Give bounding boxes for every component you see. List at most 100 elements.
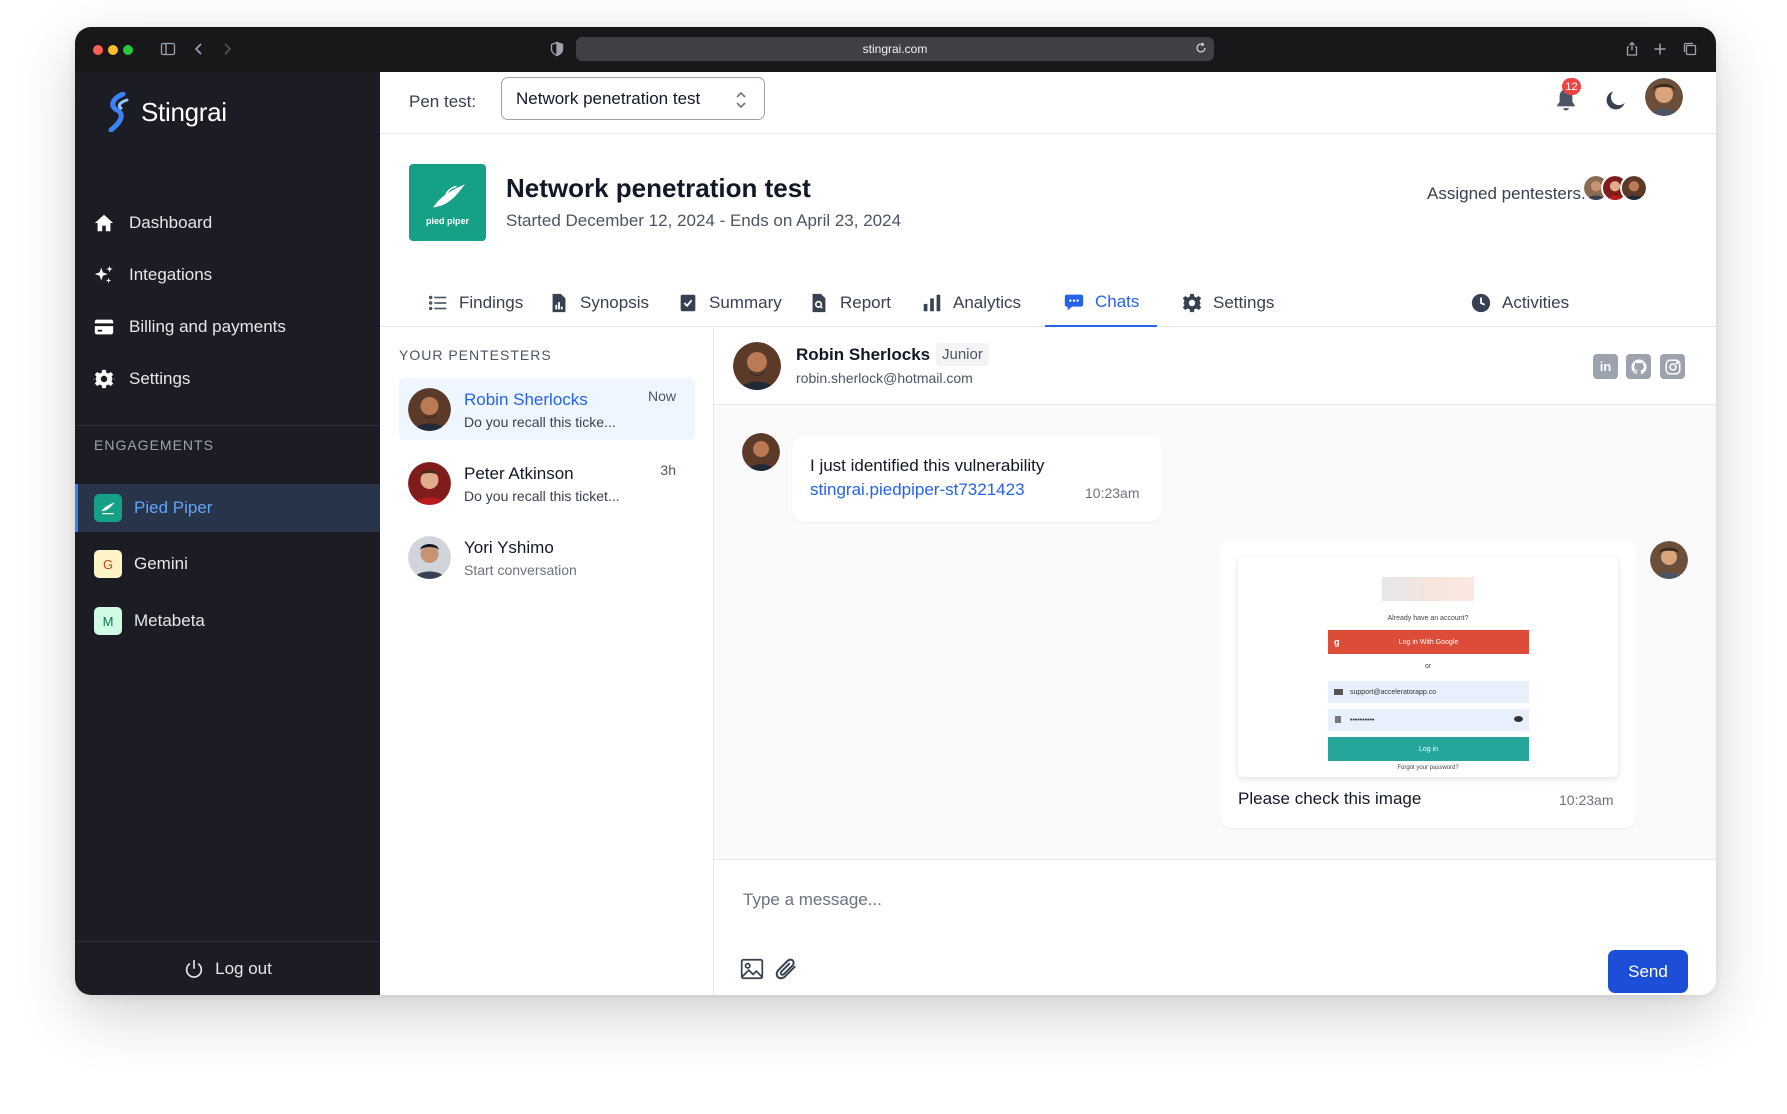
app-logo[interactable]: Stingrai <box>103 92 227 132</box>
project-dates: Started December 12, 2024 - Ends on Apri… <box>506 211 902 230</box>
message-text: Please check this image <box>1238 789 1422 808</box>
engagement-label: Pied Piper <box>134 498 213 517</box>
github-icon[interactable] <box>1626 354 1651 379</box>
engagement-pied-piper[interactable]: Pied Piper <box>75 484 380 532</box>
pentester-name: Peter Atkinson <box>464 464 574 483</box>
sparkle-icon <box>94 265 113 284</box>
pen-test-label: Pen test: <box>409 92 477 111</box>
moon-icon[interactable] <box>1603 87 1629 113</box>
assigned-pentesters-label: Assigned pentesters: <box>1427 184 1586 203</box>
home-icon <box>94 214 114 232</box>
message-time: 10:23am <box>1085 485 1140 501</box>
pentester-last-message: Start conversation <box>464 562 577 578</box>
nav-label: Integations <box>129 265 213 284</box>
document-chart-icon <box>552 293 566 313</box>
tab-label: Settings <box>1213 293 1275 312</box>
clock-icon <box>1471 293 1491 313</box>
eye-icon <box>1514 716 1523 722</box>
avatar <box>408 388 451 431</box>
address-bar[interactable]: stingrai.com <box>576 37 1214 61</box>
linkedin-icon[interactable]: in <box>1593 354 1618 379</box>
instagram-icon[interactable] <box>1660 354 1685 379</box>
pentester-name: Robin Sherlocks <box>464 390 588 409</box>
nav-billing[interactable]: Billing and payments <box>93 307 286 347</box>
contact-level-badge: Junior <box>936 343 989 366</box>
pentester-name: Yori Yshimo <box>464 538 554 557</box>
avatar <box>733 342 781 390</box>
screenshot-or: or <box>1424 663 1432 670</box>
user-avatar[interactable] <box>1645 78 1683 116</box>
notification-badge: 12 <box>1562 78 1581 95</box>
attached-screenshot[interactable]: Already have an account? g Log in With G… <box>1238 557 1618 777</box>
assigned-pentesters-avatars[interactable] <box>1582 174 1648 202</box>
send-button[interactable]: Send <box>1608 950 1688 993</box>
nav-dashboard[interactable]: Dashboard <box>93 203 212 243</box>
minimize-window-button[interactable] <box>108 45 118 55</box>
share-icon[interactable] <box>1621 38 1643 60</box>
tab-summary[interactable]: Summary <box>659 279 800 327</box>
app-name: Stingrai <box>141 96 227 127</box>
chat-bubble-icon <box>1064 294 1084 311</box>
image-upload-icon[interactable] <box>739 956 765 982</box>
tab-label: Report <box>840 293 892 312</box>
reload-icon[interactable] <box>1194 41 1210 57</box>
nav-integrations[interactable]: Integations <box>93 255 212 295</box>
pentesters-panel: YOUR PENTESTERS Robin Sherlocks Do you r… <box>380 328 714 995</box>
paperclip-icon[interactable] <box>773 956 799 982</box>
tab-report[interactable]: Report <box>790 279 909 327</box>
avatar <box>1620 174 1648 202</box>
list-item[interactable]: Robin Sherlocks Do you recall this ticke… <box>399 378 695 440</box>
tab-activities[interactable]: Activities <box>1452 279 1587 327</box>
contact-name: Robin Sherlocks <box>796 345 931 364</box>
project-logo: pied piper <box>409 164 486 241</box>
envelope-icon <box>1334 689 1343 695</box>
engagements-heading: ENGAGEMENTS <box>94 437 214 453</box>
tab-analytics[interactable]: Analytics <box>903 279 1039 327</box>
screenshot-login-button: Log in <box>1328 737 1529 761</box>
message-input[interactable]: Type a message... <box>743 890 882 910</box>
logout-button[interactable]: Log out <box>75 941 380 995</box>
url-text: stingrai.com <box>862 42 928 56</box>
engagement-gemini[interactable]: G Gemini <box>75 540 380 588</box>
project-title: Network penetration test <box>506 173 811 203</box>
tab-label: Summary <box>709 293 782 312</box>
tab-label: Findings <box>459 293 524 312</box>
tab-settings[interactable]: Settings <box>1163 279 1292 327</box>
gear-icon <box>93 369 115 389</box>
list-item[interactable]: Peter Atkinson Do you recall this ticket… <box>399 452 695 514</box>
screenshot-question: Already have an account? <box>1387 615 1469 622</box>
screenshot-google-label: Log in With Google <box>1398 638 1459 646</box>
screenshot-email-field: support@acceleratorapp.co <box>1328 681 1529 703</box>
main-content: Pen test: Network penetration test 12 pi… <box>380 72 1716 995</box>
vulnerability-link[interactable]: stingrai.piedpiper-st7321423 <box>810 480 1025 500</box>
screenshot-header-image <box>1382 577 1474 601</box>
chat-panel: Robin Sherlocks Junior robin.sherlock@ho… <box>714 328 1716 995</box>
sidebar-toggle-icon[interactable] <box>157 38 179 60</box>
forward-icon[interactable] <box>216 38 238 60</box>
contact-email: robin.sherlock@hotmail.com <box>796 370 973 386</box>
engagement-metabeta[interactable]: M Metabeta <box>75 597 380 645</box>
pen-test-select[interactable]: Network penetration test <box>501 77 765 120</box>
list-item[interactable]: Yori Yshimo Start conversation <box>399 526 695 588</box>
sidebar: Stingrai Dashboard Integations Billing a… <box>75 72 380 995</box>
top-bar: Pen test: Network penetration test 12 <box>380 72 1716 134</box>
gear-icon <box>1182 293 1202 313</box>
pentester-last-message: Do you recall this ticke... <box>464 414 616 430</box>
pentester-time: 3h <box>660 462 676 478</box>
avatar <box>742 433 780 471</box>
new-tab-icon[interactable] <box>1649 38 1671 60</box>
engagement-label: Metabeta <box>134 611 205 630</box>
tab-chats[interactable]: Chats <box>1045 279 1158 327</box>
checklist-icon <box>680 294 696 312</box>
logout-label: Log out <box>215 958 272 978</box>
tab-synopsis[interactable]: Synopsis <box>530 279 667 327</box>
back-icon[interactable] <box>188 38 210 60</box>
close-window-button[interactable] <box>93 45 103 55</box>
tab-findings[interactable]: Findings <box>409 279 541 327</box>
pentesters-heading: YOUR PENTESTERS <box>399 347 552 363</box>
bar-chart-icon <box>923 294 941 312</box>
tabs-overview-icon[interactable] <box>1679 38 1701 60</box>
maximize-window-button[interactable] <box>123 45 133 55</box>
nav-settings[interactable]: Settings <box>93 359 190 399</box>
pen-test-value: Network penetration test <box>516 88 701 108</box>
